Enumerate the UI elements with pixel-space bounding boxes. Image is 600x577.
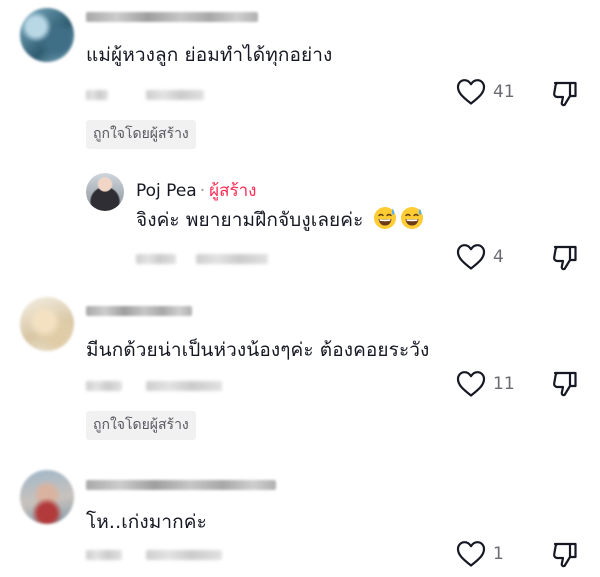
reply-text-line: จิงค่ะ พยายามฝึกจับงูเลยค่ะ [136,205,424,235]
commenter-avatar[interactable] [20,8,74,62]
like-button[interactable]: 4 [456,243,504,271]
thumbs-down-outline-icon[interactable] [551,370,579,398]
like-count: 1 [493,544,504,564]
thumbs-down-outline-icon[interactable] [551,541,579,569]
creator-label: ผู้สร้าง [209,181,257,201]
heart-outline-icon [456,79,486,105]
grinning-sweat-emoji [373,207,396,229]
commenter-name-blurred[interactable] [86,12,258,22]
commenter-name-blurred[interactable] [86,306,192,316]
comment-text: มีนกด้วยน่าเป็นห่วงน้องๆค่ะ ต้องคอยระวัง [86,339,430,361]
separator-dot: · [199,181,206,201]
comment-meta-blurred [86,90,108,100]
liked-by-creator-badge: ถูกใจโดยผู้สร้าง [86,411,196,440]
reply-button-blurred[interactable] [146,90,204,100]
comment-text: แม่ผู้หวงลูก ย่อมทำได้ทุกอย่าง [86,44,333,66]
like-button[interactable]: 11 [456,370,515,398]
thumbs-down-outline-icon[interactable] [551,244,579,272]
like-count: 41 [493,82,515,102]
reply-meta-blurred [136,254,176,264]
like-button[interactable]: 41 [456,78,515,106]
heart-outline-icon [456,371,486,397]
reply-button-blurred[interactable] [146,381,222,391]
like-count: 4 [493,247,504,267]
commenter-name-blurred[interactable] [86,480,276,490]
like-count: 11 [493,374,515,394]
commenter-avatar[interactable] [20,470,74,524]
heart-outline-icon [456,244,486,270]
reply-reply-button-blurred[interactable] [196,254,268,264]
reply-author-line: Poj Pea · ผู้สร้าง [136,177,256,204]
reply-text: จิงค่ะ พยายามฝึกจับงูเลยค่ะ [136,209,364,231]
reply-button-blurred[interactable] [146,550,222,560]
like-button[interactable]: 1 [456,540,504,568]
comment-meta-blurred [86,550,122,560]
comment-meta-blurred [86,381,122,391]
thumbs-down-outline-icon[interactable] [551,80,579,108]
commenter-avatar[interactable] [20,297,74,351]
liked-by-creator-badge: ถูกใจโดยผู้สร้าง [86,120,196,149]
grinning-sweat-emoji [400,207,423,229]
comment-text: โห..เก่งมากค่ะ [86,511,207,533]
heart-outline-icon [456,541,486,567]
reply-author-name[interactable]: Poj Pea [136,181,197,201]
creator-avatar[interactable] [86,173,124,211]
